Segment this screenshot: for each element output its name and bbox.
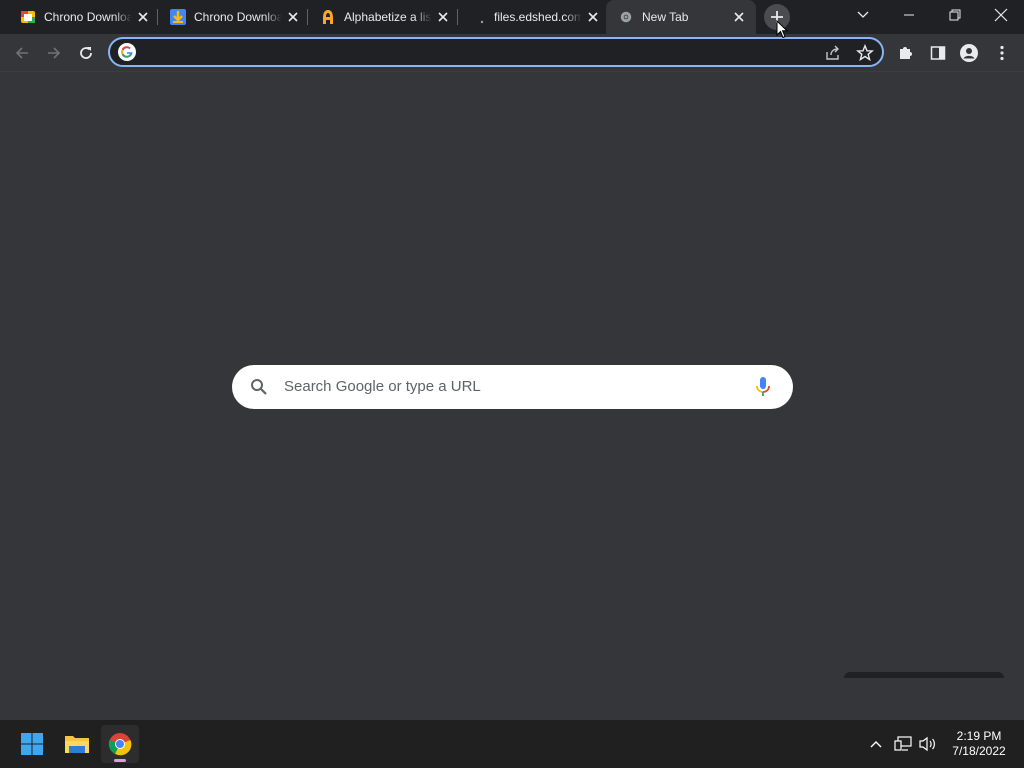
toolbar [0,34,1024,72]
tab-5-active[interactable]: New Tab [606,0,756,34]
arrow-left-icon [15,47,28,59]
tab-3[interactable]: Alphabetize a list [300,0,450,34]
chrome-logo-icon [108,733,132,756]
close-tab-icon[interactable] [436,10,450,24]
network-icon [894,736,912,751]
minimize-icon [904,14,914,16]
active-app-indicator [114,759,126,762]
arrow-right-icon [48,47,61,59]
puzzle-icon [900,47,912,59]
profile-button[interactable] [958,42,980,64]
side-panel-button[interactable] [927,42,949,64]
tab-2[interactable]: Chrono Download Manager [150,0,300,34]
chevron-up-icon [870,741,882,748]
clock[interactable]: 2:19 PM 7/18/2022 [944,729,1014,759]
tab-strip: Chrono Download Manager Chrono Download … [0,0,1024,34]
forward-button[interactable] [41,40,67,66]
search-icon [251,379,267,395]
close-window-button[interactable] [978,0,1024,30]
back-button[interactable] [9,40,35,66]
search-placeholder: Search Google or type a URL [284,378,481,395]
more-vertical-icon [1000,45,1004,61]
tab-4-title: files.edshed.com [494,10,582,24]
close-tab-icon[interactable] [136,10,150,24]
tab-2-title: Chrono Download Manager [194,10,282,24]
start-button[interactable] [13,725,51,763]
clock-date: 7/18/2022 [952,744,1006,758]
taskbar: 2:19 PM 7/18/2022 [0,720,1024,768]
microphone-icon[interactable] [754,376,772,398]
blank-page-icon [480,20,484,24]
address-bar[interactable] [108,37,884,67]
tab-1-title: Chrono Download Manager [44,10,132,24]
chrome-taskbar-button[interactable] [101,725,139,763]
address-input[interactable] [142,43,822,61]
minimize-button[interactable] [886,0,932,30]
close-tab-icon[interactable] [732,10,746,24]
google-g-icon [118,43,136,61]
search-box[interactable]: Search Google or type a URL [232,365,793,409]
extensions-button[interactable] [895,42,917,64]
tab-1[interactable]: Chrono Download Manager [0,0,150,34]
tab-5-title: New Tab [642,10,689,24]
menu-button[interactable] [991,42,1013,64]
orange-a-icon [323,10,333,24]
reload-button[interactable] [73,40,99,66]
tab-3-title: Alphabetize a list [344,10,432,24]
tab-4[interactable]: files.edshed.com [450,0,600,34]
network-button[interactable] [893,734,913,754]
new-tab-page: Search Google or type a URL [0,72,1024,720]
download-arrow-icon [170,9,186,25]
show-hidden-icons-button[interactable] [866,734,886,754]
reload-icon [80,47,92,59]
chrono-colorful-icon [21,11,35,23]
chevron-down-icon [857,11,869,18]
star-bookmark-icon[interactable] [856,44,874,62]
customize-chrome-button[interactable] [844,672,1004,678]
clock-time: 2:19 PM [956,729,1002,743]
close-tab-icon[interactable] [586,10,600,24]
speaker-icon [919,736,935,752]
restore-icon [949,9,961,21]
restore-button[interactable] [932,0,978,30]
tab-search-button[interactable] [840,0,886,30]
file-explorer-button[interactable] [58,725,96,763]
volume-button[interactable] [918,734,938,754]
side-panel-icon [930,46,946,60]
close-tab-icon[interactable] [286,10,300,24]
close-icon [994,8,1008,22]
chrome-icon [620,11,632,23]
windows-logo-icon [21,733,43,755]
share-icon[interactable] [824,44,842,62]
avatar-icon [960,44,978,62]
mouse-cursor-icon [776,20,788,39]
folder-icon [65,736,89,753]
